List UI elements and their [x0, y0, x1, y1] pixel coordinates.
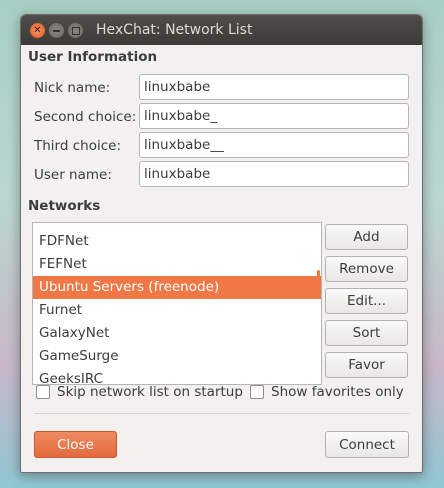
list-item[interactable]: GalaxyNet: [33, 322, 321, 345]
list-item[interactable]: Furnet: [33, 299, 321, 322]
separator: [34, 413, 409, 414]
nick-name-field[interactable]: [139, 74, 409, 100]
close-window-icon[interactable]: ✕: [30, 23, 45, 38]
sort-networks-button[interactable]: Sort: [325, 320, 408, 346]
show-favorites-checkbox[interactable]: [250, 385, 264, 399]
user-name-label: User name:: [34, 167, 112, 183]
close-button[interactable]: Close: [34, 431, 117, 458]
third-choice-field[interactable]: [139, 132, 409, 158]
skip-network-list-checkbox[interactable]: [36, 385, 50, 399]
networks-heading: Networks: [28, 198, 101, 214]
second-choice-label: Second choice:: [34, 109, 137, 125]
show-favorites-label: Show favorites only: [271, 384, 404, 400]
nick-name-label: Nick name:: [34, 80, 111, 96]
minimize-window-icon[interactable]: [49, 23, 64, 38]
list-item[interactable]: FEFNet: [33, 253, 321, 276]
list-item[interactable]: FDFNet: [33, 230, 321, 253]
edit-network-button[interactable]: Edit...: [325, 288, 408, 314]
network-list[interactable]: FDFNet FEFNet Ubuntu Servers (freenode) …: [32, 222, 322, 385]
skip-network-list-label: Skip network list on startup: [57, 384, 243, 400]
second-choice-field[interactable]: [139, 103, 409, 129]
skip-network-list-option[interactable]: Skip network list on startup: [36, 384, 243, 400]
network-list-window: ✕ HexChat: Network List User Information…: [20, 14, 423, 473]
maximize-window-icon[interactable]: [68, 23, 83, 38]
window-title: HexChat: Network List: [96, 22, 253, 38]
list-item-partial-top: [33, 222, 321, 223]
user-info-heading: User Information: [28, 49, 158, 65]
list-item-selected[interactable]: Ubuntu Servers (freenode): [33, 276, 321, 299]
add-network-button[interactable]: Add: [325, 224, 408, 250]
user-name-field[interactable]: [139, 161, 409, 187]
show-favorites-option[interactable]: Show favorites only: [250, 384, 404, 400]
title-bar[interactable]: ✕ HexChat: Network List: [21, 15, 422, 45]
favor-network-button[interactable]: Favor: [325, 352, 408, 378]
remove-network-button[interactable]: Remove: [325, 256, 408, 282]
list-item[interactable]: GameSurge: [33, 345, 321, 368]
connect-button[interactable]: Connect: [325, 431, 409, 458]
list-scrollbar[interactable]: [317, 270, 320, 294]
third-choice-label: Third choice:: [34, 138, 121, 154]
list-item[interactable]: GeeksIRC: [33, 368, 321, 384]
